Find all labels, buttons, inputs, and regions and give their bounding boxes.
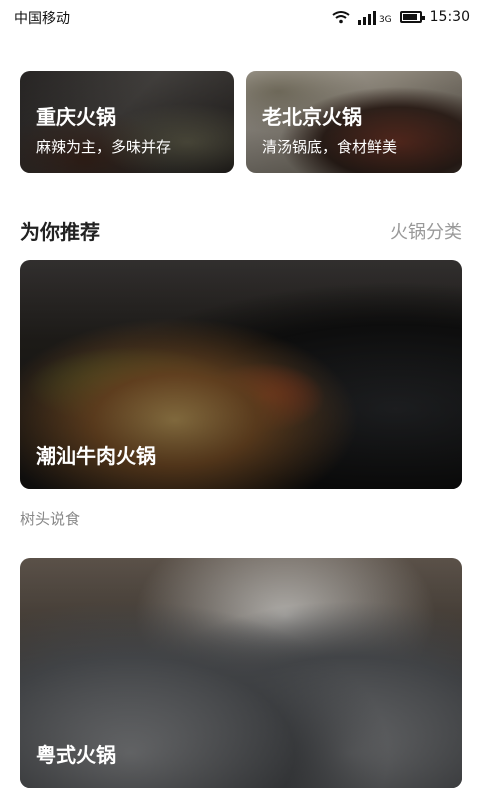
hotpot-card-chongqing[interactable]: 重庆火锅 麻辣为主，多味并存 — [20, 71, 234, 173]
status-icons: 3G 15:30 — [332, 6, 470, 28]
status-bar: 中国移动 3G 15:30 — [0, 0, 480, 34]
recommend-card-chaoshan-beef[interactable]: 潮汕牛肉火锅 — [20, 260, 462, 489]
card-subtitle: 清汤锅底，食材鲜美 — [262, 138, 398, 156]
signal-icon: 3G — [357, 9, 392, 25]
carrier-label: 中国移动 — [14, 11, 70, 27]
wifi-icon — [332, 11, 350, 24]
card-title: 重庆火锅 — [36, 105, 116, 129]
card-subtitle: 麻辣为主，多味并存 — [36, 138, 172, 156]
card-title: 潮汕牛肉火锅 — [36, 444, 156, 468]
section-title: 为你推荐 — [20, 220, 100, 244]
hotpot-card-old-beijing[interactable]: 老北京火锅 清汤锅底，食材鲜美 — [246, 71, 462, 173]
source-label: 树头说食 — [20, 510, 81, 528]
recommend-card-cantonese[interactable]: 粤式火锅 — [20, 558, 462, 788]
battery-icon — [399, 11, 425, 23]
category-link[interactable]: 火锅分类 — [390, 218, 462, 244]
clock: 15:30 — [429, 9, 470, 25]
card-title: 粤式火锅 — [36, 743, 116, 767]
card-title: 老北京火锅 — [262, 105, 362, 129]
network-type: 3G — [378, 15, 392, 25]
